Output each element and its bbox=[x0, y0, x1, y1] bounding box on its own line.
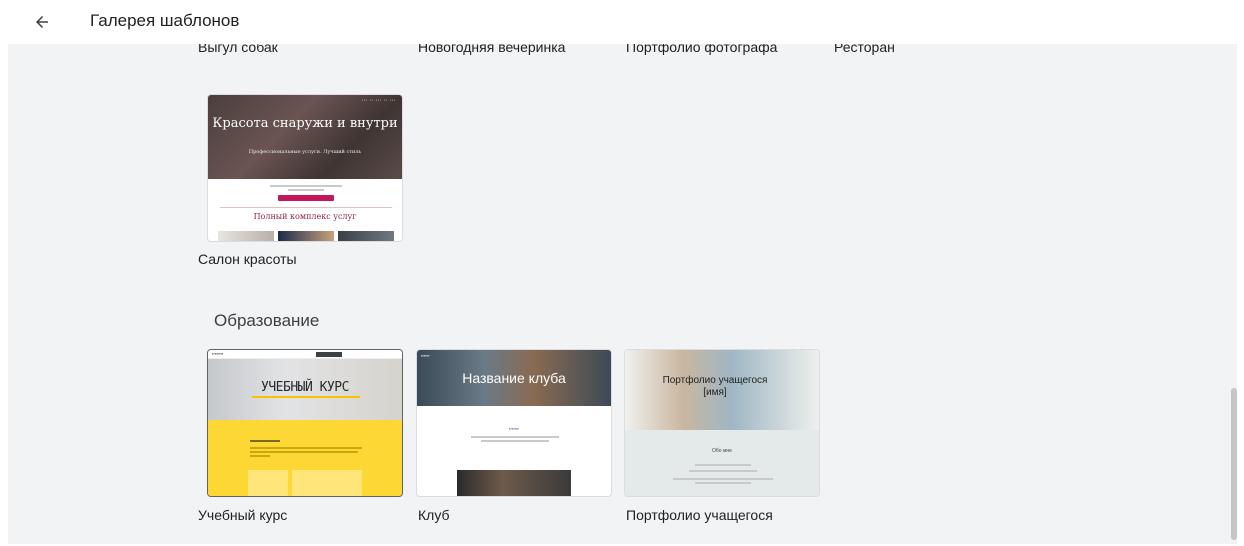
salon-gallery bbox=[218, 231, 394, 241]
template-card-student-portfolio[interactable]: Портфолио учащегося [имя] Обо мне bbox=[624, 349, 820, 497]
salon-gallery-image bbox=[278, 231, 334, 241]
portfolio-text-line bbox=[689, 470, 757, 472]
salon-gallery-image bbox=[218, 231, 274, 241]
portfolio-text-line bbox=[695, 464, 751, 466]
course-card-placeholder bbox=[292, 470, 362, 496]
portfolio-text-line bbox=[673, 478, 773, 480]
template-gallery: Выгул собак Новогодняя вечеринка Портфол… bbox=[8, 44, 1237, 544]
top-app-bar: Галерея шаблонов bbox=[0, 0, 1244, 44]
course-text-line bbox=[250, 447, 362, 449]
course-title-underline bbox=[252, 396, 360, 398]
section-title-education: Образование bbox=[214, 311, 320, 330]
club-image bbox=[457, 470, 571, 496]
club-section-heading: ▪▪▪▪▪▪▪ bbox=[509, 426, 519, 431]
salon-text-line bbox=[270, 185, 342, 187]
salon-hero-title: Красота снаружи и внутри bbox=[212, 116, 398, 131]
course-text-line bbox=[250, 455, 270, 457]
salon-divider bbox=[220, 207, 392, 208]
course-text-line bbox=[250, 451, 358, 453]
template-card-course[interactable]: ▪▪▪▪▪▪▪▪ УЧЕБНЫЙ КУРС bbox=[207, 349, 403, 497]
template-label-course[interactable]: Учебный курс bbox=[198, 507, 287, 523]
portfolio-about-title: Обо мне bbox=[712, 448, 732, 454]
club-text-line bbox=[471, 436, 559, 438]
template-label-photographer-portfolio[interactable]: Портфолио фотографа bbox=[626, 44, 777, 55]
salon-gallery-image bbox=[338, 231, 394, 241]
portfolio-text-line bbox=[695, 482, 751, 484]
salon-hero-subtitle: Профессиональные услуги. Лучший стиль bbox=[248, 149, 362, 155]
vertical-scrollbar-thumb[interactable] bbox=[1231, 388, 1237, 540]
course-top-nav: ▪▪▪▪▪▪▪▪ bbox=[208, 350, 402, 359]
template-label-dog-walking[interactable]: Выгул собак bbox=[198, 44, 278, 55]
template-label-new-year-party[interactable]: Новогодняя вечеринка bbox=[418, 44, 565, 55]
portfolio-hero-image: Портфолио учащегося [имя] bbox=[625, 350, 819, 430]
portfolio-hero-title: Портфолио учащегося [имя] bbox=[662, 375, 768, 398]
template-label-beauty-salon[interactable]: Салон красоты bbox=[198, 251, 297, 267]
template-card-club[interactable]: ▪▪▪▪▪▪ Название клуба ▪▪▪▪▪▪▪ bbox=[416, 349, 612, 497]
back-button[interactable] bbox=[30, 10, 54, 34]
template-label-student-portfolio[interactable]: Портфолио учащегося bbox=[626, 507, 773, 523]
template-label-club[interactable]: Клуб bbox=[418, 507, 450, 523]
salon-text-line bbox=[288, 189, 324, 191]
course-hero-title: УЧЕБНЫЙ КУРС bbox=[261, 380, 349, 395]
club-nav: ▪▪▪▪▪▪ bbox=[421, 353, 430, 358]
club-hero-image: ▪▪▪▪▪▪ Название клуба bbox=[417, 350, 611, 406]
template-label-restaurant[interactable]: Ресторан bbox=[834, 44, 895, 55]
template-card-beauty-salon[interactable]: ▪▪▪ ▪▪ ▪▪▪ ▪▪ ▪▪▪ Красота снаружи и внут… bbox=[207, 94, 403, 242]
course-card-placeholder bbox=[248, 470, 288, 496]
course-brand: ▪▪▪▪▪▪▪▪ bbox=[212, 351, 224, 356]
salon-nav: ▪▪▪ ▪▪ ▪▪▪ ▪▪ ▪▪▪ bbox=[361, 98, 396, 102]
club-hero-title: Название клуба bbox=[462, 370, 566, 386]
salon-cta-button bbox=[278, 195, 334, 201]
salon-services-title: Полный комплекс услуг bbox=[253, 212, 357, 221]
page-title: Галерея шаблонов bbox=[90, 11, 240, 30]
arrow-left-icon bbox=[36, 16, 48, 28]
portfolio-about-block: Обо мне bbox=[625, 430, 819, 496]
course-nav-chip bbox=[316, 352, 342, 357]
course-hero-image: УЧЕБНЫЙ КУРС bbox=[208, 359, 402, 420]
club-text-line bbox=[481, 440, 549, 442]
course-text-line bbox=[250, 440, 280, 442]
salon-hero-image: ▪▪▪ ▪▪ ▪▪▪ ▪▪ ▪▪▪ Красота снаружи и внут… bbox=[208, 95, 402, 179]
